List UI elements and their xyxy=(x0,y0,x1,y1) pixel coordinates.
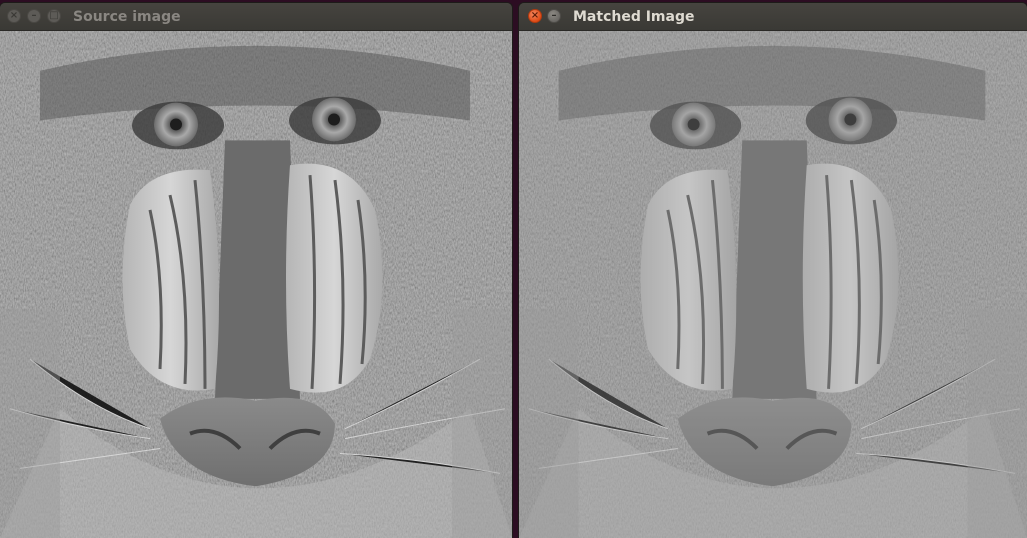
minimize-icon[interactable]: – xyxy=(547,9,561,23)
titlebar[interactable]: × – Matched Image xyxy=(519,3,1027,31)
source-image xyxy=(0,31,512,538)
window-title: Source image xyxy=(73,9,181,25)
close-icon[interactable]: × xyxy=(7,9,21,23)
minimize-icon[interactable]: – xyxy=(27,9,41,23)
titlebar[interactable]: × – □ Source image xyxy=(0,3,512,31)
matched-image xyxy=(519,31,1027,538)
close-icon[interactable]: × xyxy=(528,9,542,23)
maximize-icon[interactable]: □ xyxy=(47,9,61,23)
source-image-window: × – □ Source image xyxy=(0,3,512,538)
matched-image-window: × – Matched Image xyxy=(519,3,1027,538)
window-title: Matched Image xyxy=(573,9,695,25)
